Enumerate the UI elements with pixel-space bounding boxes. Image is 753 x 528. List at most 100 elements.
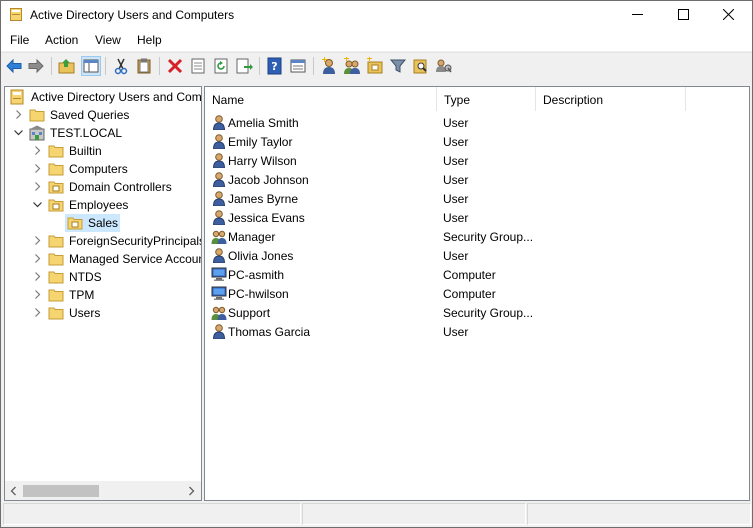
item-name: Emily Taylor: [228, 135, 293, 149]
find-button[interactable]: [412, 57, 430, 75]
show-hide-tree-button[interactable]: [81, 56, 101, 76]
user-icon: [211, 152, 227, 169]
delegate-control-icon: [436, 59, 452, 73]
list-item[interactable]: Jacob Johnson User: [205, 170, 749, 189]
minimize-button[interactable]: [615, 1, 661, 29]
list-item[interactable]: Jessica Evans User: [205, 208, 749, 227]
chevron-right-icon[interactable]: [33, 182, 42, 191]
item-type: User: [443, 211, 469, 225]
back-button[interactable]: [5, 57, 23, 75]
copy-button[interactable]: [135, 57, 153, 75]
tree-item-test-local[interactable]: TEST.LOCAL: [5, 124, 201, 142]
toolbar-separator: [105, 57, 106, 75]
tree-item-tpm[interactable]: TPM: [5, 286, 201, 304]
list-item[interactable]: PC-hwilson Computer: [205, 284, 749, 303]
scrollbar-thumb[interactable]: [23, 485, 99, 497]
filter-button[interactable]: [389, 57, 407, 75]
forward-button[interactable]: [27, 57, 45, 75]
item-type: Security Group...: [443, 306, 534, 320]
list-item[interactable]: Harry Wilson User: [205, 151, 749, 170]
chevron-right-icon[interactable]: [33, 146, 42, 155]
item-name: Support: [228, 306, 271, 320]
status-segment: [3, 503, 301, 525]
scroll-right-icon[interactable]: [186, 486, 196, 496]
tree-item-computers[interactable]: Computers: [5, 160, 201, 178]
close-button[interactable]: [706, 1, 752, 29]
tree-item-foreign-security-principals[interactable]: ForeignSecurityPrincipals: [5, 232, 201, 250]
tree-root[interactable]: Active Directory Users and Computers: [5, 88, 201, 106]
delegate-control-button[interactable]: [435, 57, 453, 75]
scroll-left-icon[interactable]: [9, 486, 19, 496]
item-name: Thomas Garcia: [228, 325, 311, 339]
console-tree[interactable]: Active Directory Users and Computers Sav…: [4, 86, 202, 501]
column-header-name[interactable]: Name: [205, 87, 437, 111]
list-item[interactable]: PC-asmith Computer: [205, 265, 749, 284]
list-item[interactable]: Amelia Smith User: [205, 113, 749, 132]
list-item[interactable]: Olivia Jones User: [205, 246, 749, 265]
tree-item-users[interactable]: Users: [5, 304, 201, 322]
details-list[interactable]: Name Type Description Amelia Smith User Em…: [204, 86, 750, 501]
item-name: Manager: [228, 230, 276, 244]
tree-item-saved-queries[interactable]: Saved Queries: [5, 106, 201, 124]
chevron-right-icon[interactable]: [14, 110, 23, 119]
horizontal-scrollbar[interactable]: [5, 481, 201, 500]
new-ou-button[interactable]: [366, 57, 384, 75]
chevron-right-icon[interactable]: [33, 272, 42, 281]
toolbar-separator: [259, 57, 260, 75]
list-item[interactable]: Emily Taylor User: [205, 132, 749, 151]
menu-view[interactable]: View: [95, 33, 121, 47]
chevron-down-icon[interactable]: [33, 200, 42, 209]
menu-bar: File Action View Help: [1, 29, 752, 51]
folder-icon: [48, 235, 64, 248]
chevron-right-icon[interactable]: [33, 236, 42, 245]
column-header-description[interactable]: Description: [536, 87, 686, 111]
cut-button[interactable]: [112, 57, 130, 75]
cut-icon: [114, 58, 128, 75]
export-list-button[interactable]: [235, 57, 253, 75]
new-user-button[interactable]: [320, 57, 338, 75]
chevron-right-icon[interactable]: [33, 254, 42, 263]
tree-item-label: ForeignSecurityPrincipals: [69, 234, 202, 248]
refresh-button[interactable]: [212, 57, 230, 75]
list-item[interactable]: James Byrne User: [205, 189, 749, 208]
chevron-right-icon[interactable]: [33, 290, 42, 299]
item-name: Jacob Johnson: [228, 173, 309, 187]
forward-arrow-icon: [28, 58, 44, 74]
folder-icon: [48, 289, 64, 302]
new-group-button[interactable]: [343, 57, 361, 75]
tree-item-builtin[interactable]: Builtin: [5, 142, 201, 160]
tree-item-domain-controllers[interactable]: Domain Controllers: [5, 178, 201, 196]
tree-item-ntds[interactable]: NTDS: [5, 268, 201, 286]
menu-file[interactable]: File: [10, 33, 29, 47]
copy-icon: [137, 58, 151, 74]
list-item[interactable]: Support Security Group...: [205, 303, 749, 322]
tree-item-managed-service-accounts[interactable]: Managed Service Accounts: [5, 250, 201, 268]
list-item[interactable]: Manager Security Group...: [205, 227, 749, 246]
tree-item-label: Saved Queries: [50, 108, 130, 122]
tree-item-sales[interactable]: Sales: [5, 214, 201, 232]
tree-item-employees[interactable]: Employees: [5, 196, 201, 214]
menu-help[interactable]: Help: [137, 33, 162, 47]
title-bar: Active Directory Users and Computers: [1, 1, 752, 29]
chevron-down-icon[interactable]: [14, 128, 23, 137]
list-item[interactable]: Thomas Garcia User: [205, 322, 749, 341]
console-details-icon: [290, 59, 306, 73]
maximize-button[interactable]: [661, 1, 707, 29]
toolbar: ?: [1, 52, 752, 79]
help-button[interactable]: ?: [266, 57, 284, 75]
item-type: Security Group...: [443, 230, 534, 244]
chevron-right-icon[interactable]: [33, 164, 42, 173]
menu-action[interactable]: Action: [45, 33, 78, 47]
properties-button[interactable]: [189, 57, 207, 75]
up-one-level-button[interactable]: [58, 57, 76, 75]
column-header-type[interactable]: Type: [437, 87, 536, 111]
item-type: User: [443, 192, 469, 206]
domain-icon: [29, 125, 45, 141]
item-name: Harry Wilson: [228, 154, 297, 168]
console-details-button[interactable]: [289, 57, 307, 75]
item-name: PC-asmith: [228, 268, 285, 282]
new-ou-icon: [367, 57, 383, 74]
chevron-right-icon[interactable]: [33, 308, 42, 317]
ou-folder-icon: [48, 181, 64, 194]
delete-button[interactable]: [166, 57, 184, 75]
